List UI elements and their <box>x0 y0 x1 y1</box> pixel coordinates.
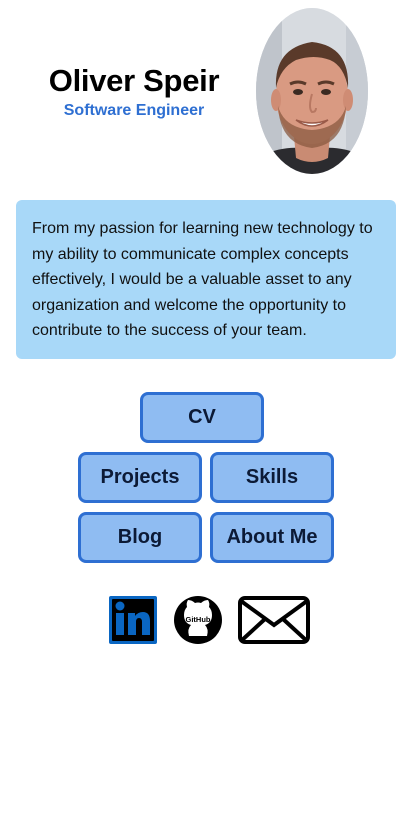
cv-button[interactable]: CV <box>140 392 264 443</box>
projects-button[interactable]: Projects <box>78 452 202 503</box>
about-card: From my passion for learning new technol… <box>16 200 396 359</box>
about-me-button[interactable]: About Me <box>210 512 334 563</box>
page: Oliver Speir Software Engineer From my p… <box>0 0 412 823</box>
skills-button[interactable]: Skills <box>210 452 334 503</box>
name-block: Oliver Speir Software Engineer <box>20 62 248 121</box>
avatar <box>256 8 368 174</box>
blog-button[interactable]: Blog <box>78 512 202 563</box>
profile-name: Oliver Speir <box>48 63 220 98</box>
mail-icon[interactable] <box>237 595 311 645</box>
header: Oliver Speir Software Engineer <box>0 0 412 190</box>
avatar-photo <box>256 8 368 174</box>
profile-role: Software Engineer <box>63 102 205 119</box>
linkedin-icon[interactable] <box>108 595 158 645</box>
about-text: From my passion for learning new technol… <box>32 220 373 339</box>
github-wordmark: GitHub <box>186 615 211 624</box>
github-icon[interactable]: GitHub <box>172 595 224 645</box>
